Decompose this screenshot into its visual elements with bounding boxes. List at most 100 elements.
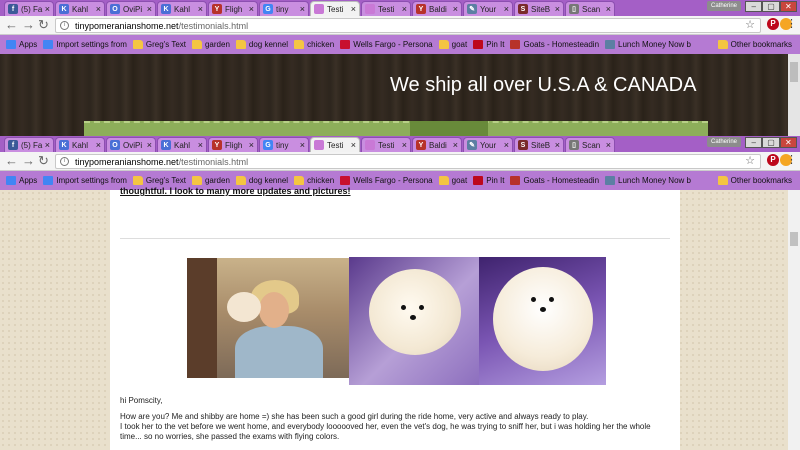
tab-close-icon[interactable]: × [249,140,254,150]
info-icon[interactable]: i [60,157,69,166]
tab-close-icon[interactable]: × [453,140,458,150]
bookmark-item[interactable]: Import settings from [43,40,127,49]
pinterest-extension-icon[interactable]: P [767,154,779,166]
tab-close-icon[interactable]: × [198,140,203,150]
bookmark-item[interactable]: dog kennel [235,40,288,49]
banner-scrollbar[interactable] [788,54,800,136]
bookmark-item[interactable]: Apps [6,176,37,185]
address-bar[interactable]: i tinypomeranianshome.net/testimonials.h… [55,18,761,33]
bookmark-item[interactable]: Greg's Text [132,40,186,49]
browser-tab[interactable]: Y Baldi × [412,1,462,16]
bookmark-item[interactable]: garden [191,40,230,49]
tab-close-icon[interactable]: × [504,4,509,14]
browser-tab[interactable]: ✎ Your × [463,1,513,16]
bookmark-label: Lunch Money Now b [618,40,691,49]
browser-tab[interactable]: f (5) Fa × [4,1,54,16]
tab-close-icon[interactable]: × [351,140,356,150]
browser-tab[interactable]: ✎ Your × [463,137,513,152]
address-bar-second[interactable]: i tinypomeranianshome.net/testimonials.h… [55,154,761,169]
tab-close-icon[interactable]: × [249,4,254,14]
close-window-button[interactable]: ✕ [779,137,797,148]
browser-tab[interactable]: f (5) Fa × [4,137,54,152]
browser-tab[interactable]: Y Fligh × [208,137,258,152]
browser-tab[interactable]: Testi × [310,137,360,152]
chrome-menu-icon[interactable]: ⋮ [786,17,797,30]
chrome-menu-icon[interactable]: ⋮ [786,153,797,166]
tab-close-icon[interactable]: × [147,140,152,150]
browser-tab[interactable]: S SiteB × [514,137,564,152]
bookmark-item[interactable]: Apps [6,40,37,49]
other-bookmarks[interactable]: Other bookmarks [717,40,792,49]
back-icon[interactable]: ← [5,17,18,33]
apps-icon [6,40,16,49]
tab-close-icon[interactable]: × [402,140,407,150]
tab-close-icon[interactable]: × [45,140,50,150]
white-pomeranian-photo-2 [479,257,606,385]
browser-tab[interactable]: S SiteB × [514,1,564,16]
bookmark-item[interactable]: Pin It [473,40,504,49]
tab-close-icon[interactable]: × [300,140,305,150]
bookmark-item[interactable]: chicken [294,40,334,49]
browser-tab[interactable]: Y Fligh × [208,1,258,16]
scrollbar-thumb[interactable] [790,232,798,246]
tab-close-icon[interactable]: × [504,140,509,150]
browser-tab[interactable]: K Kahl × [55,137,105,152]
pinterest-extension-icon[interactable]: P [767,18,779,30]
browser-tab[interactable]: Gtiny × [259,1,309,16]
close-window-button[interactable]: ✕ [779,1,797,12]
browser-tab[interactable]: O OviPi × [106,137,156,152]
other-bookmarks[interactable]: Other bookmarks [717,176,792,185]
nav-stripe-active[interactable] [410,121,488,136]
address-url-second[interactable]: tinypomeranianshome.net/testimonials.htm… [75,157,248,167]
browser-tab[interactable]: ▯ Scan × [565,1,615,16]
divider [120,238,670,239]
bookmark-item[interactable]: Wells Fargo - Persona [340,40,433,49]
browser-tab[interactable]: Testi × [310,1,360,16]
tab-close-icon[interactable]: × [453,4,458,14]
forward-icon[interactable]: → [22,17,35,33]
bookmark-star-icon[interactable]: ☆ [745,155,755,168]
tab-close-icon[interactable]: × [198,4,203,14]
tab-close-icon[interactable]: × [555,4,560,14]
browser-tab[interactable]: K Kahl × [157,137,207,152]
tab-close-icon[interactable]: × [606,4,611,14]
browser-tab[interactable]: O OviPi × [106,1,156,16]
reload-icon[interactable]: ↻ [38,153,49,169]
tab-close-icon[interactable]: × [300,4,305,14]
browser-tab[interactable]: Testi × [361,1,411,16]
bookmark-item[interactable]: Import settings from [43,176,127,185]
tab-close-icon[interactable]: × [351,4,356,14]
address-url[interactable]: tinypomeranianshome.net/testimonials.htm… [75,21,248,31]
tab-close-icon[interactable]: × [45,4,50,14]
reload-icon[interactable]: ↻ [38,17,49,33]
browser-tab[interactable]: K Kahl × [55,1,105,16]
browser-tab[interactable]: Gtiny × [259,137,309,152]
profile-label-second[interactable]: Catherine [707,137,741,147]
page-scrollbar[interactable] [788,190,800,450]
bookmark-item[interactable]: goat [438,40,467,49]
maximize-button[interactable]: ▢ [762,137,780,148]
browser-tab[interactable]: Testi × [361,137,411,152]
tab-close-icon[interactable]: × [147,4,152,14]
bookmark-star-icon[interactable]: ☆ [745,19,755,32]
browser-tab[interactable]: ▯ Scan × [565,137,615,152]
tab-close-icon[interactable]: × [402,4,407,14]
bookmark-item[interactable]: Lunch Money Now b [605,40,691,49]
maximize-button[interactable]: ▢ [762,1,780,12]
tab-close-icon[interactable]: × [606,140,611,150]
tab-close-icon[interactable]: × [555,140,560,150]
browser-tab[interactable]: K Kahl × [157,1,207,16]
forward-icon[interactable]: → [22,153,35,169]
profile-label[interactable]: Catherine [707,1,741,11]
info-icon[interactable]: i [60,21,69,30]
tab-title: tiny [276,4,289,14]
tab-favicon-icon: ▯ [569,4,579,14]
minimize-button[interactable]: – [745,1,763,12]
tab-close-icon[interactable]: × [96,140,101,150]
scrollbar-thumb[interactable] [790,62,798,82]
back-icon[interactable]: ← [5,153,18,169]
tab-close-icon[interactable]: × [96,4,101,14]
minimize-button[interactable]: – [745,137,763,148]
browser-tab[interactable]: Y Baldi × [412,137,462,152]
bookmark-item[interactable]: Goats - Homesteadin [510,40,599,49]
